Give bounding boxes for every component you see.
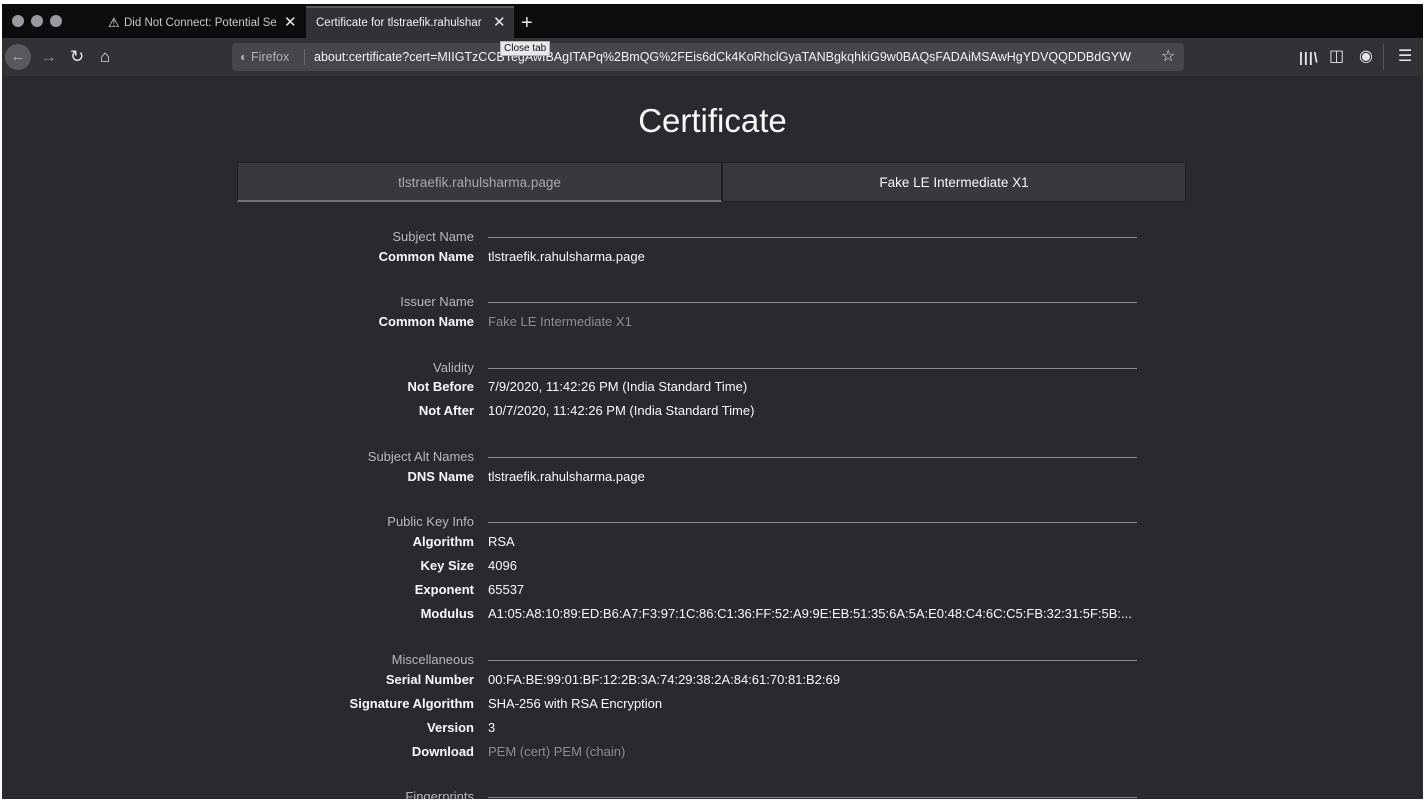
menu-icon[interactable]: ☰ bbox=[1398, 38, 1412, 76]
field-value: 3 bbox=[488, 720, 496, 735]
section-heading: Subject Alt Names bbox=[367, 449, 474, 464]
new-tab-icon[interactable]: + bbox=[521, 8, 533, 38]
row-dns-name: DNS Name tlstraefik.rahulsharma.page bbox=[2, 467, 1423, 487]
row-algorithm: Algorithm RSA bbox=[2, 532, 1423, 552]
close-icon[interactable]: ✕ bbox=[493, 8, 506, 38]
field-label: Download bbox=[411, 744, 474, 759]
section-heading: Public Key Info bbox=[387, 514, 474, 529]
field-value: RSA bbox=[488, 534, 515, 549]
tab-certificate[interactable]: Certificate for tlstraefik.rahulsharm ✕ bbox=[306, 6, 514, 38]
row-version: Version 3 bbox=[2, 718, 1423, 738]
section-heading: Miscellaneous bbox=[391, 652, 474, 667]
window-zoom-dot[interactable] bbox=[50, 15, 62, 27]
field-value: 4096 bbox=[488, 558, 517, 573]
url-input[interactable]: about:certificate?cert=MIIGTzCCBTegAwIBA… bbox=[314, 43, 1152, 71]
section-heading: Fingerprints bbox=[405, 789, 474, 799]
field-label: Exponent bbox=[414, 582, 474, 597]
section-heading: Subject Name bbox=[392, 229, 474, 244]
row-exponent: Exponent 65537 bbox=[2, 580, 1423, 600]
row-signature-algorithm: Signature Algorithm SHA-256 with RSA Enc… bbox=[2, 694, 1423, 714]
row-download: Download PEM (cert) PEM (chain) bbox=[2, 742, 1423, 762]
library-icon[interactable]: |||\ bbox=[1299, 38, 1319, 76]
field-label: DNS Name bbox=[407, 469, 474, 484]
field-label: Algorithm bbox=[412, 534, 474, 549]
field-value: tlstraefik.rahulsharma.page bbox=[488, 249, 645, 264]
field-label: Modulus bbox=[420, 606, 474, 621]
field-label: Serial Number bbox=[385, 672, 474, 687]
field-label: Not After bbox=[418, 403, 474, 418]
home-icon[interactable]: ⌂ bbox=[100, 38, 110, 76]
row-key-size: Key Size 4096 bbox=[2, 556, 1423, 576]
field-label: Version bbox=[427, 720, 474, 735]
section-heading: Validity bbox=[433, 360, 474, 375]
warning-icon: ⚠ bbox=[108, 15, 120, 30]
cert-tab-intermediate[interactable]: Fake LE Intermediate X1 bbox=[722, 162, 1186, 202]
window-close-dot[interactable] bbox=[12, 15, 24, 27]
download-links: PEM (cert) PEM (chain) bbox=[488, 742, 1188, 762]
back-arrow-icon[interactable]: ← bbox=[5, 44, 31, 70]
browser-window: ⚠ Did Not Connect: Potential Sec ✕ Certi… bbox=[2, 4, 1423, 799]
field-value: A1:05:A8:10:89:ED:B6:A7:F3:97:1C:86:C1:3… bbox=[488, 606, 1132, 621]
row-not-after: Not After 10/7/2020, 11:42:26 PM (India … bbox=[2, 401, 1423, 421]
section-divider bbox=[488, 522, 1137, 523]
section-heading: Issuer Name bbox=[400, 294, 474, 309]
window-minimize-dot[interactable] bbox=[31, 15, 43, 27]
row-modulus: Modulus A1:05:A8:10:89:ED:B6:A7:F3:97:1C… bbox=[2, 604, 1423, 624]
identity-label: Firefox bbox=[251, 50, 290, 64]
field-value: 65537 bbox=[488, 582, 525, 597]
field-value: tlstraefik.rahulsharma.page bbox=[488, 469, 645, 484]
field-label: Key Size bbox=[420, 558, 474, 573]
issuer-link[interactable]: Fake LE Intermediate X1 bbox=[488, 312, 1188, 332]
address-bar[interactable]: ◐ Firefox about:certificate?cert=MIIGTzC… bbox=[232, 43, 1184, 71]
reload-icon[interactable]: ↻ bbox=[70, 38, 84, 76]
section-divider bbox=[488, 302, 1137, 303]
tab-strip: ⚠ Did Not Connect: Potential Sec ✕ Certi… bbox=[2, 4, 1423, 38]
field-value: SHA-256 with RSA Encryption bbox=[488, 696, 663, 711]
field-value: 7/9/2020, 11:42:26 PM (India Standard Ti… bbox=[488, 379, 748, 394]
section-divider bbox=[488, 457, 1137, 458]
forward-arrow-icon[interactable]: → bbox=[40, 38, 57, 76]
download-pem-cert-link[interactable]: PEM (cert) bbox=[488, 744, 550, 759]
sidebar-icon[interactable]: ◫ bbox=[1329, 38, 1344, 76]
row-issuer-common-name: Common Name Fake LE Intermediate X1 bbox=[2, 312, 1423, 332]
tab-did-not-connect[interactable]: ⚠ Did Not Connect: Potential Sec ✕ bbox=[98, 8, 304, 38]
row-serial-number: Serial Number 00:FA:BE:99:01:BF:12:2B:3A… bbox=[2, 670, 1423, 690]
firefox-icon: ◐ bbox=[240, 50, 248, 64]
field-value: 00:FA:BE:99:01:BF:12:2B:3A:74:29:38:2A:8… bbox=[488, 672, 840, 687]
close-icon[interactable]: ✕ bbox=[284, 8, 297, 38]
section-divider bbox=[488, 797, 1137, 798]
row-not-before: Not Before 7/9/2020, 11:42:26 PM (India … bbox=[2, 377, 1423, 397]
tab-title: Certificate for tlstraefik.rahulsharm bbox=[316, 17, 482, 29]
field-label: Not Before bbox=[407, 379, 474, 394]
page-title: Certificate bbox=[638, 102, 787, 139]
bookmark-star-icon[interactable]: ☆ bbox=[1161, 43, 1175, 71]
identity-box[interactable]: ◐ Firefox bbox=[240, 43, 289, 71]
field-value: 10/7/2020, 11:42:26 PM (India Standard T… bbox=[488, 403, 755, 418]
cert-tab-leaf[interactable]: tlstraefik.rahulsharma.page bbox=[237, 162, 722, 202]
certificate-page: Certificate tlstraefik.rahulsharma.page … bbox=[2, 76, 1423, 799]
row-subject-common-name: Common Name tlstraefik.rahulsharma.page bbox=[2, 247, 1423, 267]
section-divider bbox=[488, 368, 1137, 369]
url-separator bbox=[304, 49, 305, 65]
field-label: Common Name bbox=[378, 314, 474, 329]
account-icon[interactable]: ◉ bbox=[1359, 38, 1373, 76]
tab-title: Did Not Connect: Potential Sec bbox=[124, 17, 276, 29]
field-label: Signature Algorithm bbox=[349, 696, 474, 711]
section-divider bbox=[488, 237, 1137, 238]
nav-bar: ← → ↻ ⌂ ◐ Firefox about:certificate?cert… bbox=[2, 38, 1423, 76]
download-pem-chain-link[interactable]: PEM (chain) bbox=[554, 744, 626, 759]
section-divider bbox=[488, 660, 1137, 661]
toolbar-separator bbox=[1383, 44, 1384, 70]
close-tab-tooltip: Close tab bbox=[500, 41, 551, 56]
field-label: Common Name bbox=[378, 249, 474, 264]
